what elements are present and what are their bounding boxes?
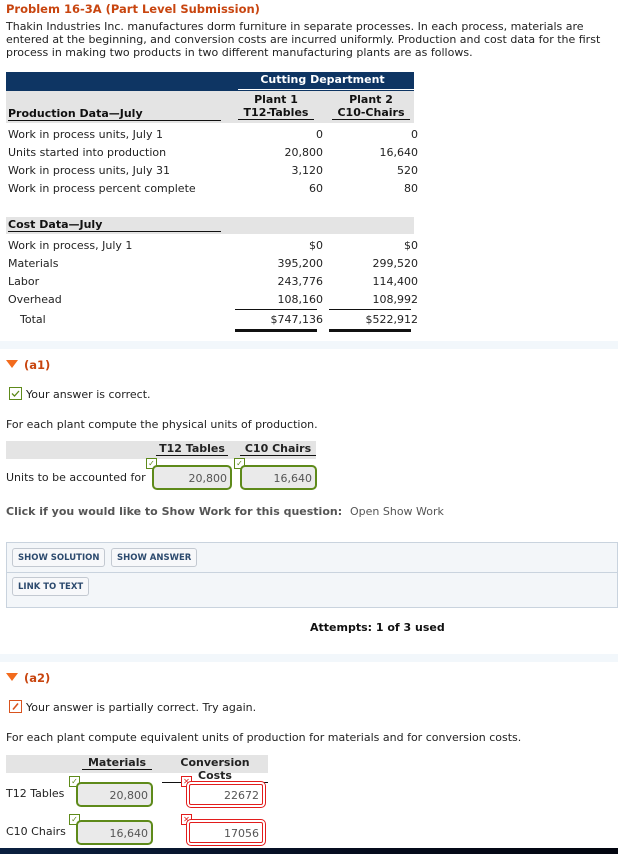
panel-divider [6,572,618,573]
table-row: Work in process, July 1 $0 $0 [8,239,418,252]
section-divider [0,654,618,662]
link-to-text-button[interactable]: LINK TO TEXT [12,577,90,596]
part-a2-heading[interactable]: (a2) [6,671,50,685]
table-row: Labor 243,776 114,400 [8,275,418,288]
total-row: Total $747,136 $522,912 [20,313,418,326]
column-heading-c10: C10 Chairs [240,442,316,456]
column-heading-conversion: Conversion Costs [162,756,268,783]
part-a1-status: Your answer is correct. [9,387,151,401]
checkmark-icon [9,387,22,400]
collapse-triangle-icon[interactable] [6,360,18,368]
plant1-name: Plant 1 [254,93,298,106]
conversion-t12-input[interactable]: 22672 [186,781,266,808]
show-solution-button[interactable]: SHOW SOLUTION [12,548,106,567]
total-double-rule-plant1 [235,329,317,332]
plant1-product: T12-Tables [238,106,314,120]
department-underline [238,89,414,90]
section-divider [0,341,618,349]
table-row: Units started into production 20,800 16,… [8,146,418,159]
row-label-t12: T12 Tables [6,787,65,800]
partially-correct-icon [9,700,22,713]
column-heading-t12: T12 Tables [156,442,228,456]
part-a1-heading[interactable]: (a1) [6,358,50,372]
column-heading-materials: Materials [82,756,152,770]
production-data-heading: Production Data—July [8,107,221,121]
materials-t12-input[interactable]: 20,800 [76,782,153,807]
part-a2-status: Your answer is partially correct. Try ag… [9,700,256,714]
units-c10-input[interactable]: 16,640 [240,465,317,490]
part-a1-label: (a1) [24,358,51,372]
status-text: Your answer is partially correct. Try ag… [26,701,257,714]
problem-intro: Thakin Industries Inc. manufactures dorm… [6,20,601,59]
problem-title: Problem 16-3A (Part Level Submission) [6,2,260,16]
table-row: Work in process percent complete 60 80 [8,182,418,195]
bottom-bar [0,848,618,854]
table-row: Materials 395,200 299,520 [8,257,418,270]
plant2-name: Plant 2 [349,93,393,106]
open-show-work-link[interactable]: Open Show Work [350,505,444,518]
show-work-prompt: Click if you would like to Show Work for… [6,505,343,518]
units-accounted-label: Units to be accounted for [6,471,146,484]
attempts-counter: Attempts: 1 of 3 used [310,621,445,634]
part-a1-question: For each plant compute the physical unit… [6,418,318,431]
plant1-heading: Plant 1 T12-Tables [238,93,314,120]
status-text: Your answer is correct. [26,388,151,401]
conversion-c10-input[interactable]: 17056 [186,819,266,846]
table-row: Work in process units, July 1 0 0 [8,128,418,141]
part-a2-question: For each plant compute equivalent units … [6,731,522,744]
table-row: Work in process units, July 31 3,120 520 [8,164,418,177]
subtotal-rule-plant2 [329,309,411,310]
plant2-heading: Plant 2 C10-Chairs [332,93,410,120]
row-label-c10: C10 Chairs [6,825,66,838]
department-heading: Cutting Department [260,73,385,86]
total-double-rule-plant2 [329,329,411,332]
show-answer-button[interactable]: SHOW ANSWER [111,548,198,567]
materials-c10-input[interactable]: 16,640 [76,820,153,845]
plant2-product: C10-Chairs [332,106,410,120]
table-row: Overhead 108,160 108,992 [8,293,418,306]
subtotal-rule-plant1 [235,309,317,310]
part-a2-label: (a2) [24,671,51,685]
cost-data-heading: Cost Data—July [8,218,221,232]
units-t12-input[interactable]: 20,800 [152,465,232,490]
collapse-triangle-icon[interactable] [6,673,18,681]
